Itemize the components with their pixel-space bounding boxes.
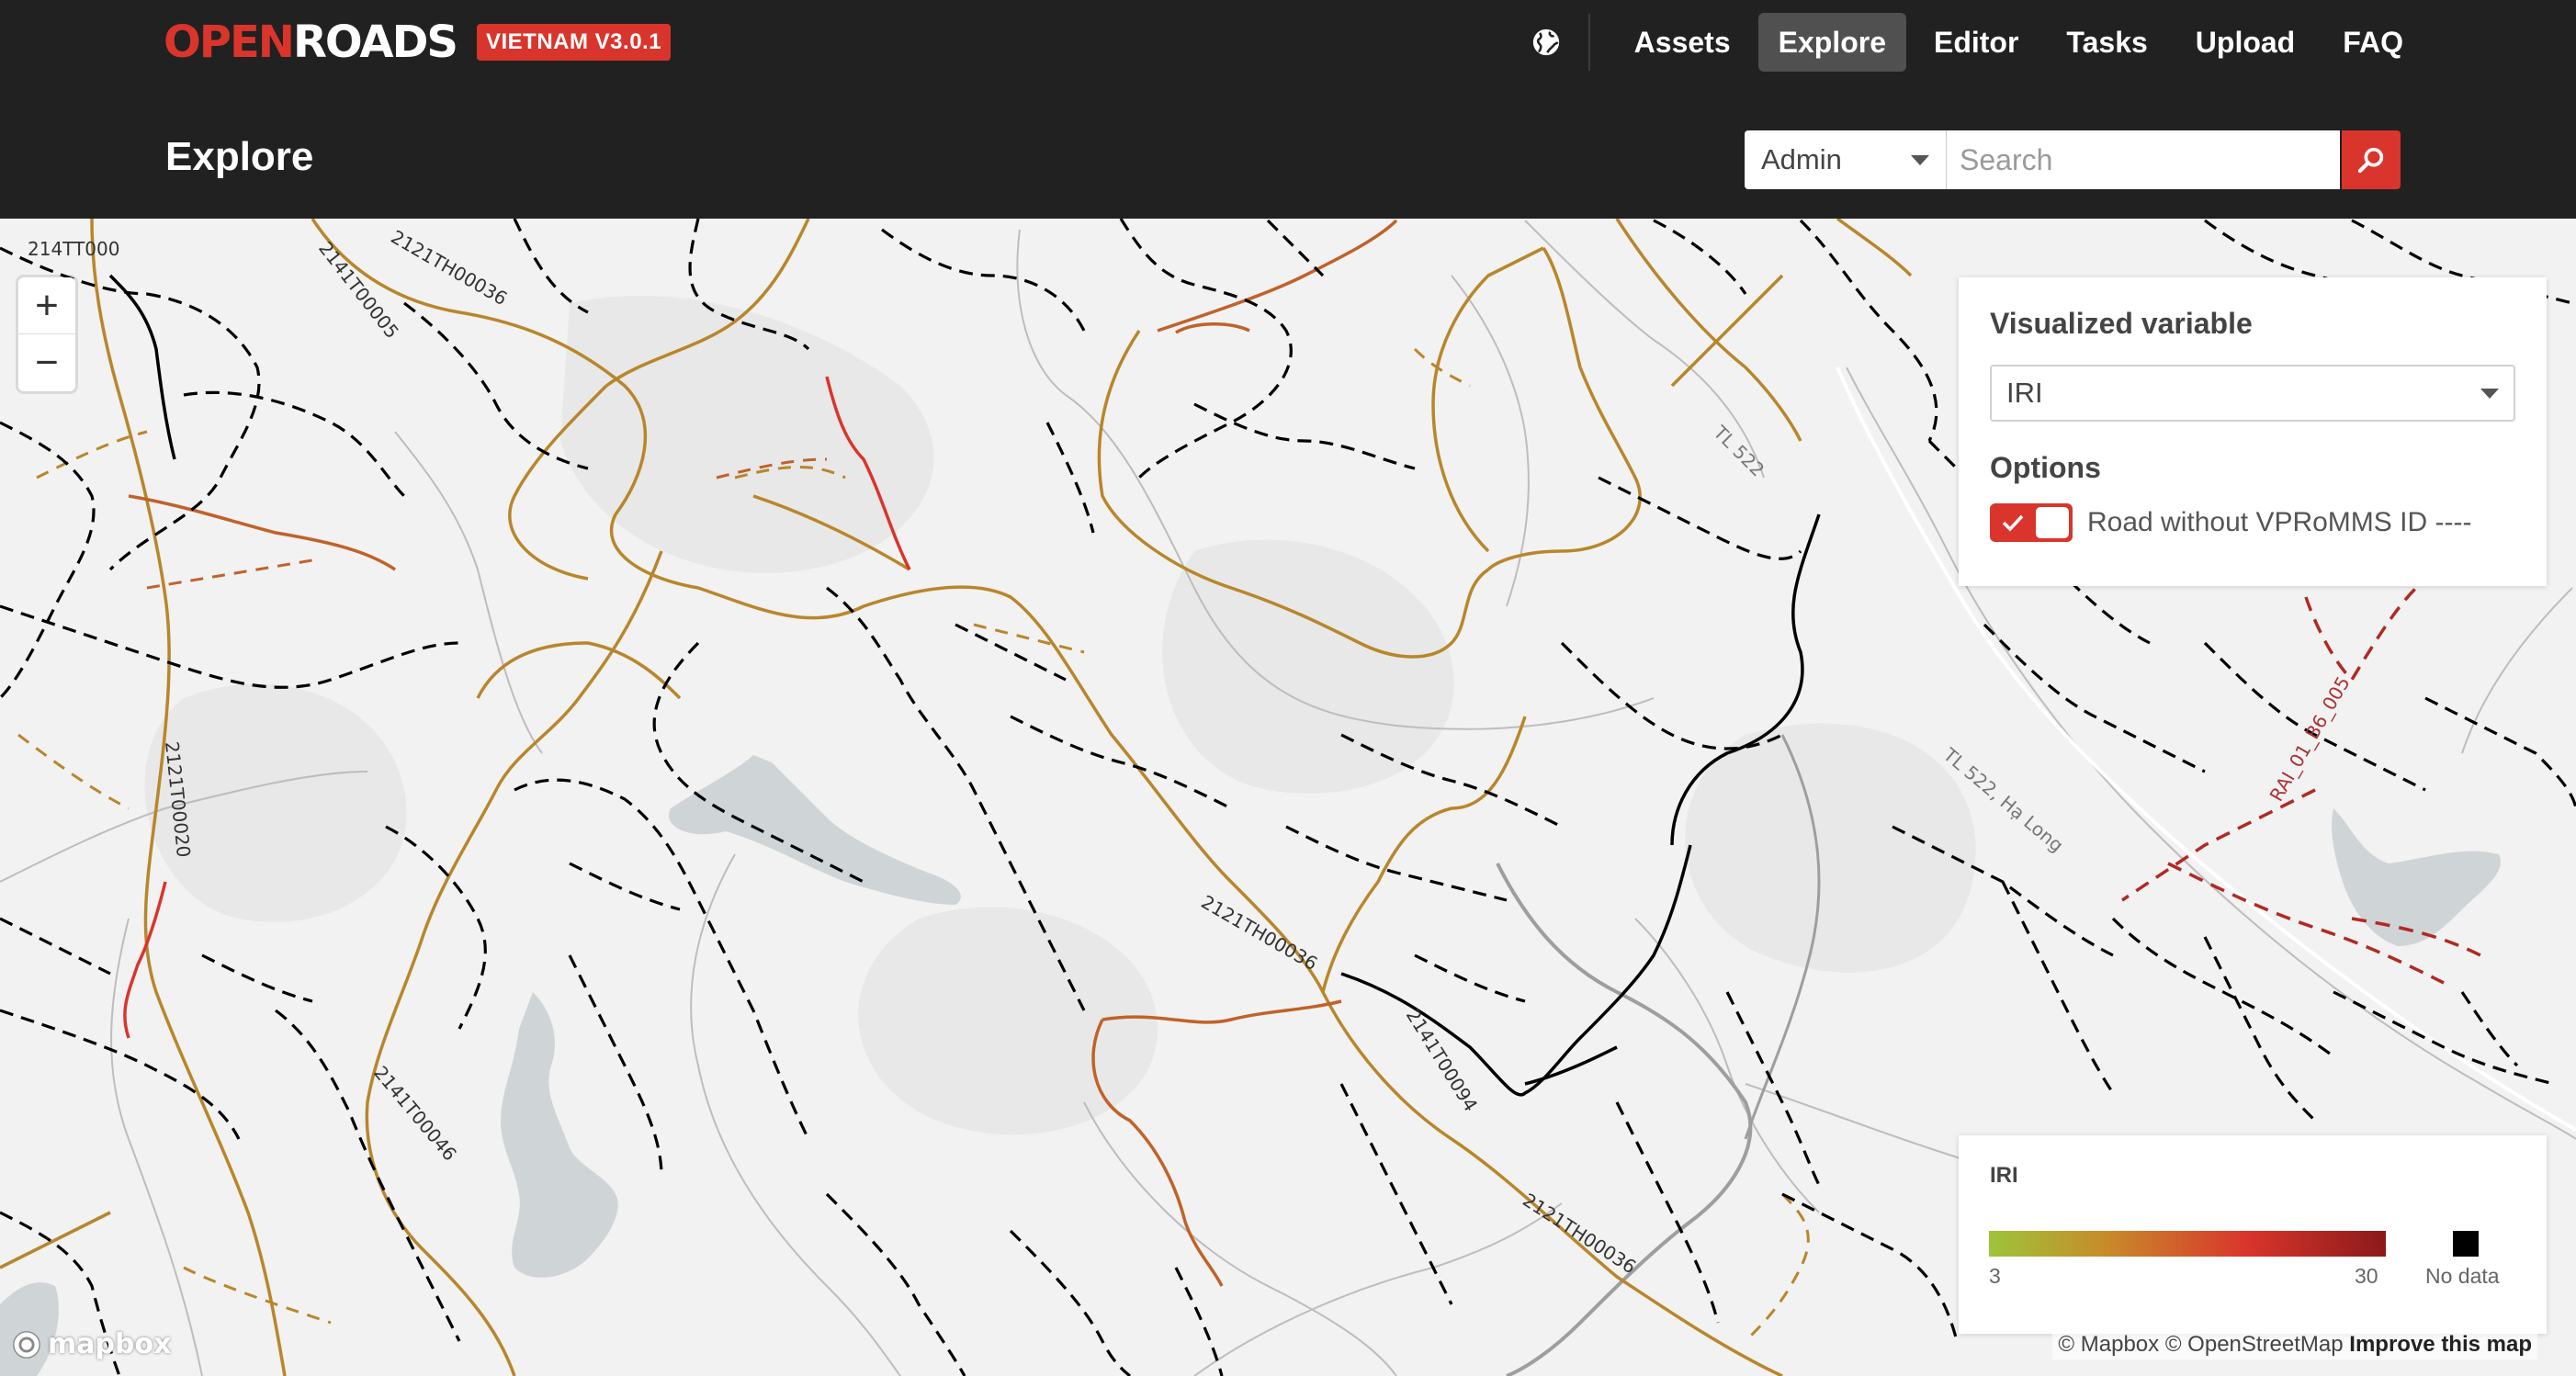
ring-road bbox=[1496, 863, 1753, 1376]
search-type-select[interactable]: Admin bbox=[1745, 130, 1947, 189]
nav-item-faq[interactable]: FAQ bbox=[2322, 13, 2423, 72]
road-label: TL 522 bbox=[1709, 421, 1769, 481]
brand: OPENROADS VIETNAM V3.0.1 bbox=[164, 17, 672, 68]
panel-title: Visualized variable bbox=[1990, 307, 2253, 340]
nav-item-assets[interactable]: Assets bbox=[1614, 13, 1751, 72]
search-button[interactable] bbox=[2342, 130, 2401, 189]
option-road-without-id: Road without VPRoMMS ID ---- bbox=[1990, 503, 2515, 542]
zoom-controls: + − bbox=[18, 277, 75, 391]
chevron-down-icon bbox=[1911, 154, 1929, 165]
option-label: Road without VPRoMMS ID ---- bbox=[2087, 507, 2472, 537]
check-icon bbox=[2002, 514, 2024, 532]
zoom-out-button[interactable]: − bbox=[18, 334, 75, 391]
attribution-osm-link[interactable]: © OpenStreetMap bbox=[2165, 1332, 2344, 1357]
road-label: 214TT000 bbox=[28, 238, 119, 260]
road-label: 2141T00094 bbox=[1402, 1005, 1483, 1115]
logo-text-roads: ROADS bbox=[292, 17, 458, 68]
terrain-shading bbox=[144, 296, 1976, 1135]
road-label: 2121TH00036 bbox=[1198, 891, 1322, 976]
search-type-value: Admin bbox=[1761, 143, 1842, 175]
road-label: RAI_01_B6_005 bbox=[2265, 672, 2355, 805]
search-bar: Admin bbox=[1745, 130, 2401, 189]
map-attribution: © Mapbox © OpenStreetMap Improve this ma… bbox=[2052, 1330, 2537, 1359]
globe-icon[interactable] bbox=[1517, 13, 1576, 72]
page-title: Explore bbox=[165, 134, 314, 179]
legend-no-data-label: No data bbox=[2425, 1264, 2500, 1288]
search-input[interactable] bbox=[1947, 130, 2340, 189]
mapbox-icon bbox=[13, 1330, 40, 1359]
version-badge: VIETNAM V3.0.1 bbox=[477, 24, 672, 61]
legend-min: 3 bbox=[1989, 1264, 2001, 1288]
road-label: 2141T00046 bbox=[369, 1062, 461, 1166]
legend-gradient bbox=[1989, 1231, 2386, 1257]
mapbox-logo-text: mapbox bbox=[48, 1328, 172, 1360]
logo-text-open: OPEN bbox=[164, 17, 295, 68]
options-title: Options bbox=[1990, 451, 2101, 484]
attribution-mapbox-link[interactable]: © Mapbox bbox=[2058, 1332, 2159, 1357]
road-label: 2121TH00036 bbox=[1519, 1189, 1640, 1278]
search-icon bbox=[2357, 147, 2384, 174]
chevron-down-icon bbox=[2480, 388, 2499, 399]
nav-item-explore[interactable]: Explore bbox=[1757, 13, 1906, 72]
top-bar: OPENROADS VIETNAM V3.0.1 Assets Explore … bbox=[0, 0, 2576, 219]
nav-item-editor[interactable]: Editor bbox=[1914, 13, 2039, 72]
visualization-panel: Visualized variable IRI Options Road wit… bbox=[1959, 277, 2547, 586]
improve-map-link[interactable]: Improve this map bbox=[2349, 1332, 2532, 1357]
toggle-knob bbox=[2036, 507, 2069, 538]
legend-no-data-swatch bbox=[2453, 1231, 2479, 1257]
main-nav: Assets Explore Editor Tasks Upload FAQ bbox=[1517, 13, 2423, 72]
legend-max: 30 bbox=[2355, 1264, 2378, 1288]
iri-legend: IRI 3 30 No data bbox=[1959, 1135, 2547, 1334]
nav-item-tasks[interactable]: Tasks bbox=[2046, 13, 2167, 72]
variable-select-value: IRI bbox=[2006, 377, 2043, 409]
variable-select[interactable]: IRI bbox=[1990, 365, 2515, 422]
mapbox-logo[interactable]: mapbox bbox=[11, 1328, 171, 1360]
nav-divider bbox=[1587, 14, 1590, 71]
zoom-in-button[interactable]: + bbox=[18, 277, 75, 334]
legend-title: IRI bbox=[1990, 1163, 2018, 1188]
openroads-logo[interactable]: OPENROADS bbox=[164, 17, 458, 68]
nav-item-upload[interactable]: Upload bbox=[2175, 13, 2315, 72]
road-without-id-toggle[interactable] bbox=[1990, 503, 2073, 542]
